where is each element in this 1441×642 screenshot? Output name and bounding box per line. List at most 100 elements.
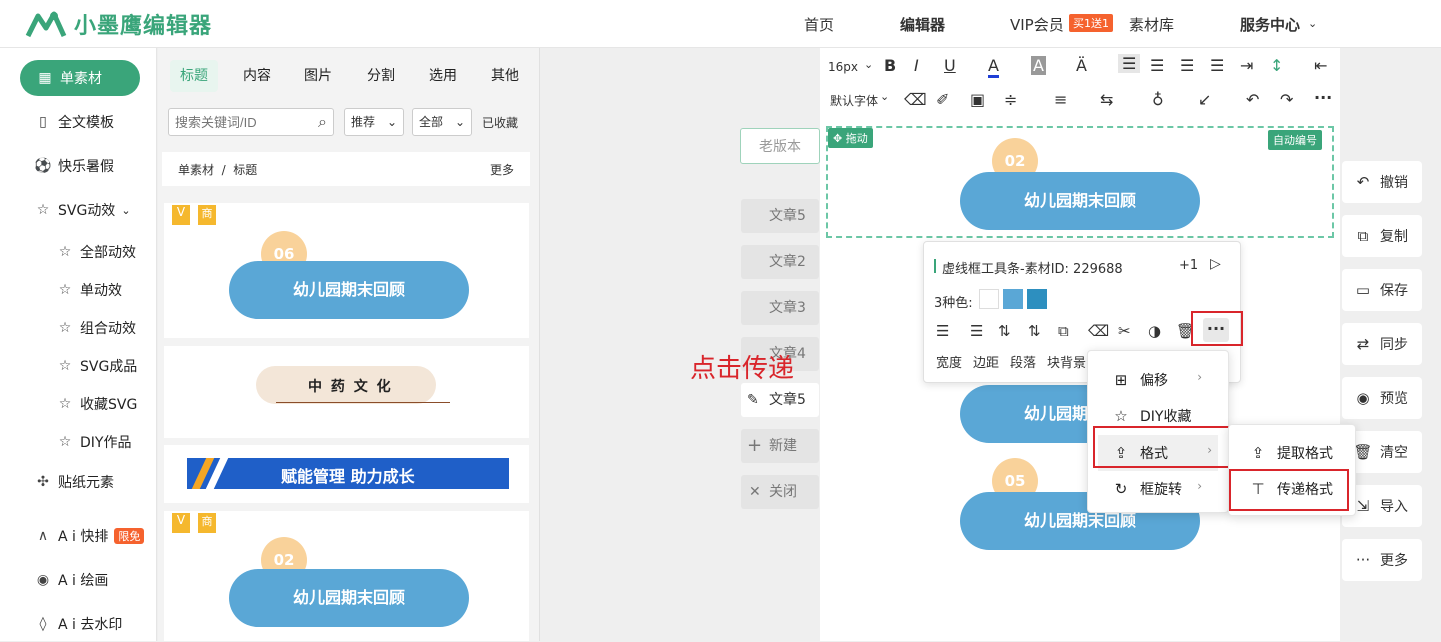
menu-item-rotate[interactable]: ↻ 框旋转 › xyxy=(1088,471,1218,507)
contrast-icon[interactable]: ◑ xyxy=(1148,322,1161,340)
align-center-icon[interactable]: ☰ xyxy=(1150,56,1164,75)
material-card[interactable]: 赋能管理 助力成长 xyxy=(164,445,529,503)
material-card[interactable]: V 商 06 幼儿园期末回顾 xyxy=(164,203,529,338)
underline-icon[interactable]: U xyxy=(944,56,956,75)
width-icon[interactable]: ☰ xyxy=(936,322,949,340)
play-icon[interactable]: ▷ xyxy=(1210,256,1221,272)
preview-button[interactable]: ◉ 预览 xyxy=(1342,377,1422,419)
bulb-icon[interactable]: ♁ xyxy=(1152,90,1164,109)
align-right-icon[interactable]: ☰ xyxy=(1180,56,1194,75)
nav-materials[interactable]: 素材库 xyxy=(1129,14,1174,35)
material-card[interactable]: 中 药 文 化 xyxy=(164,346,529,438)
color-swatch-white[interactable] xyxy=(979,289,999,309)
sidebar-label: 单素材 xyxy=(60,71,102,87)
justify-icon[interactable]: ☰ xyxy=(1210,56,1224,75)
image-icon[interactable]: ▣ xyxy=(970,90,985,109)
copy-button[interactable]: ⧉ 复制 xyxy=(1342,215,1422,257)
eraser-icon[interactable]: ⌫ xyxy=(1088,322,1109,340)
scissors-icon[interactable]: ✂ xyxy=(1118,322,1131,340)
sidebar-item-templates[interactable]: ▯ 全文模板 xyxy=(0,104,157,140)
tab-image[interactable]: 图片 xyxy=(304,60,332,92)
paragraph-spacing-icon[interactable]: ≡ xyxy=(1054,90,1067,109)
more-button[interactable]: ··· 更多 xyxy=(1342,539,1422,581)
font-color-icon[interactable]: A xyxy=(988,56,999,78)
tab-divider[interactable]: 分割 xyxy=(367,60,395,92)
tab-content[interactable]: 内容 xyxy=(243,60,271,92)
doc-tab[interactable]: 文章5 xyxy=(741,199,819,233)
doc-tab-active[interactable]: ✎ 文章5 xyxy=(741,383,819,417)
card-text: 中 药 文 化 xyxy=(308,379,393,395)
sidebar-item-ai-drawing[interactable]: ◉ A i 绘画 xyxy=(0,562,157,598)
italic-icon[interactable]: I xyxy=(914,56,919,75)
search-icon[interactable]: ⌕ xyxy=(318,112,327,132)
sidebar-item-stickers[interactable]: ✣ 贴纸元素 xyxy=(0,464,157,500)
sidebar-item-ai-watermark[interactable]: ◊ A i 去水印 xyxy=(0,606,157,642)
favorites-link[interactable]: 已收藏 xyxy=(482,114,518,131)
font-family-select[interactable]: 默认字体 xyxy=(830,92,878,109)
sidebar-item-svg-effects[interactable]: ☆ SVG动效 ⌄ xyxy=(0,192,157,228)
nav-vip[interactable]: VIP会员 xyxy=(1010,14,1064,35)
sidebar-item-single-material[interactable]: ▦ 单素材 xyxy=(20,60,140,96)
sidebar-item-summer[interactable]: ⚽ 快乐暑假 xyxy=(0,148,157,184)
chevron-right-icon: › xyxy=(1197,370,1202,384)
format-brush-icon[interactable]: ✐ xyxy=(936,90,949,109)
doc-tab[interactable]: 文章2 xyxy=(741,245,819,279)
nav-editor[interactable]: 编辑器 xyxy=(900,14,945,35)
bold-icon[interactable]: B xyxy=(884,56,896,75)
color-swatch-blue[interactable] xyxy=(1027,289,1047,309)
nav-home[interactable]: 首页 xyxy=(804,14,834,35)
drag-handle[interactable]: ✥ 拖动 xyxy=(828,128,873,148)
line-height-icon[interactable]: ↕ xyxy=(1270,56,1283,75)
sync-button[interactable]: ⇄ 同步 xyxy=(1342,323,1422,365)
nav-service[interactable]: 服务中心 xyxy=(1240,14,1300,35)
sidebar-item-single-effect[interactable]: ☆ 单动效 xyxy=(0,272,157,308)
logo[interactable]: 小墨鹰编辑器 xyxy=(24,8,212,40)
margin-icon[interactable]: ☰ xyxy=(970,322,983,340)
close-doc-button[interactable]: ✕ 关闭 xyxy=(741,475,819,509)
more-link[interactable]: 更多 xyxy=(490,161,514,178)
material-card[interactable]: V 商 02 幼儿园期末回顾 xyxy=(164,511,529,641)
indent-both-icon[interactable]: ⇆ xyxy=(1100,90,1113,109)
sidebar-item-diy-works[interactable]: ☆ DIY作品 xyxy=(0,424,157,460)
highlight-icon[interactable]: A xyxy=(1031,56,1046,75)
eraser-icon[interactable]: ⌫ xyxy=(904,90,927,109)
sort-icon[interactable]: ⇅ xyxy=(1028,322,1041,340)
exit-icon[interactable]: ⇤ xyxy=(1314,56,1327,75)
undo-icon[interactable]: ↶ xyxy=(1246,90,1259,109)
sidebar-item-all-effects[interactable]: ☆ 全部动效 xyxy=(0,234,157,270)
search-input[interactable] xyxy=(169,109,309,135)
paragraph-icon[interactable]: ⇅ xyxy=(998,322,1011,340)
tab-title[interactable]: 标题 xyxy=(170,60,218,92)
new-doc-button[interactable]: + 新建 xyxy=(741,429,819,463)
more-icon[interactable]: ··· xyxy=(1314,88,1332,107)
indent-icon[interactable]: ⇥ xyxy=(1240,56,1253,75)
menu-item-extract-format[interactable]: ⇪ 提取格式 xyxy=(1229,435,1349,471)
text-effect-icon[interactable]: Ä xyxy=(1076,56,1087,75)
doc-tab[interactable]: 文章3 xyxy=(741,291,819,325)
range-select[interactable]: 全部 ⌄ xyxy=(412,108,472,136)
sidebar-label: 快乐暑假 xyxy=(58,159,114,175)
sidebar-item-saved-svg[interactable]: ☆ 收藏SVG xyxy=(0,386,157,422)
align-left-icon[interactable]: ☰ xyxy=(1118,54,1141,73)
font-size-select[interactable]: 16px xyxy=(828,60,858,74)
redo-icon[interactable]: ↷ xyxy=(1280,90,1293,109)
edit-icon: ✎ xyxy=(747,392,759,408)
sidebar-item-ai-layout[interactable]: ∧ A i 快排 限免 xyxy=(0,518,157,554)
auto-number-badge[interactable]: 自动编号 xyxy=(1268,130,1322,150)
undo-icon: ↶ xyxy=(1356,173,1370,191)
save-button[interactable]: ▭ 保存 xyxy=(1342,269,1422,311)
plus-one[interactable]: +1 xyxy=(1179,258,1198,273)
eye-icon: ◉ xyxy=(1356,389,1370,407)
tab-selected[interactable]: 选用 xyxy=(429,60,457,92)
tab-other[interactable]: 其他 xyxy=(491,60,519,92)
sidebar-item-svg-products[interactable]: ☆ SVG成品 xyxy=(0,348,157,384)
sidebar-item-combo-effect[interactable]: ☆ 组合动效 xyxy=(0,310,157,346)
old-version-button[interactable]: 老版本 xyxy=(740,128,820,164)
arrow-icon[interactable]: ↙ xyxy=(1198,90,1211,109)
undo-button[interactable]: ↶ 撤销 xyxy=(1342,161,1422,203)
color-swatch-light-blue[interactable] xyxy=(1003,289,1023,309)
sort-select[interactable]: 推荐 ⌄ xyxy=(344,108,404,136)
copy-icon[interactable]: ⧉ xyxy=(1058,322,1069,340)
menu-item-offset[interactable]: ⊞ 偏移 › xyxy=(1088,362,1218,398)
spacing-icon[interactable]: ≑ xyxy=(1004,90,1017,109)
